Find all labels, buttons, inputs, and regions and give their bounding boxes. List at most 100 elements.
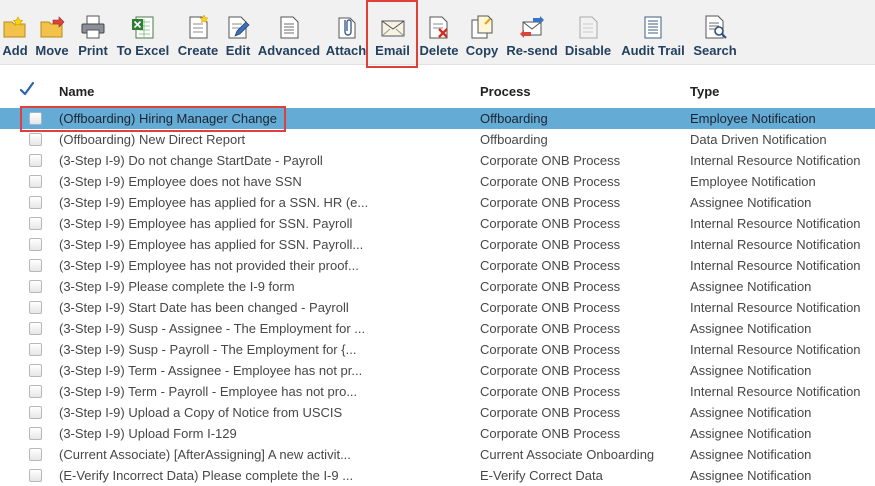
print-label: Print: [78, 43, 108, 58]
table-row[interactable]: (3-Step I-9) Employee does not have SSN C…: [0, 171, 875, 192]
table-row[interactable]: (3-Step I-9) Term - Assignee - Employee …: [0, 360, 875, 381]
attach-button[interactable]: Attach: [325, 0, 367, 64]
table-row[interactable]: (3-Step I-9) Term - Payroll - Employee h…: [0, 381, 875, 402]
row-checkbox[interactable]: [29, 469, 42, 482]
delete-button[interactable]: Delete: [418, 0, 460, 64]
name-cell: (3-Step I-9) Employee does not have SSN: [59, 174, 302, 189]
create-button[interactable]: Create: [176, 0, 220, 64]
audit-trail-label: Audit Trail: [621, 43, 685, 58]
advanced-button[interactable]: Advanced: [257, 0, 321, 64]
row-checkbox[interactable]: [29, 238, 42, 251]
row-checkbox[interactable]: [29, 448, 42, 461]
type-cell: Assignee Notification: [690, 279, 812, 294]
disable-icon: [579, 16, 598, 39]
audit-trail-icon: [644, 16, 662, 39]
name-cell: (3-Step I-9) Upload Form I-129: [59, 426, 237, 441]
row-checkbox[interactable]: [29, 133, 42, 146]
table-row[interactable]: (3-Step I-9) Susp - Payroll - The Employ…: [0, 339, 875, 360]
type-cell: Data Driven Notification: [690, 132, 827, 147]
search-button[interactable]: Search: [692, 0, 738, 64]
move-button[interactable]: Move: [33, 0, 71, 64]
process-cell: Corporate ONB Process: [480, 153, 621, 168]
row-checkbox[interactable]: [29, 385, 42, 398]
disable-button[interactable]: Disable: [563, 0, 613, 64]
name-cell: (3-Step I-9) Employee has applied for SS…: [59, 237, 364, 252]
row-checkbox[interactable]: [29, 322, 42, 335]
re-send-button[interactable]: Re-send: [505, 0, 559, 64]
copy-label: Copy: [465, 43, 499, 58]
type-cell: Internal Resource Notification: [690, 384, 861, 399]
add-button[interactable]: Add: [0, 0, 30, 64]
copy-button[interactable]: Copy: [463, 0, 501, 64]
type-cell: Employee Notification: [690, 111, 816, 126]
type-cell: Assignee Notification: [690, 321, 812, 336]
row-checkbox[interactable]: [29, 154, 42, 167]
name-cell: (3-Step I-9) Susp - Payroll - The Employ…: [59, 342, 357, 357]
table-row[interactable]: (3-Step I-9) Upload Form I-129 Corporate …: [0, 423, 875, 444]
process-cell: Corporate ONB Process: [480, 342, 621, 357]
process-cell: Corporate ONB Process: [480, 216, 621, 231]
audit-trail-button[interactable]: Audit Trail: [618, 0, 688, 64]
table-row[interactable]: (3-Step I-9) Start Date has been changed…: [0, 297, 875, 318]
select-all-checkmark-icon[interactable]: [19, 81, 35, 97]
to-excel-button[interactable]: To Excel: [114, 0, 172, 64]
table-row[interactable]: (3-Step I-9) Please complete the I-9 for…: [0, 276, 875, 297]
row-checkbox[interactable]: [29, 343, 42, 356]
type-cell: Assignee Notification: [690, 426, 812, 441]
name-cell: (Current Associate) [AfterAssigning] A n…: [59, 447, 351, 462]
table-row[interactable]: (3-Step I-9) Susp - Assignee - The Emplo…: [0, 318, 875, 339]
to-excel-label: To Excel: [116, 43, 170, 58]
name-cell: (3-Step I-9) Upload a Copy of Notice fro…: [59, 405, 343, 420]
type-cell: Internal Resource Notification: [690, 237, 861, 252]
process-cell: Corporate ONB Process: [480, 279, 621, 294]
type-cell: Assignee Notification: [690, 405, 812, 420]
advanced-label: Advanced: [257, 43, 321, 58]
type-cell: Assignee Notification: [690, 447, 812, 462]
row-checkbox[interactable]: [29, 406, 42, 419]
name-cell: (3-Step I-9) Please complete the I-9 for…: [59, 279, 295, 294]
advanced-icon: [280, 16, 299, 39]
type-cell: Internal Resource Notification: [690, 258, 861, 273]
edit-button[interactable]: Edit: [222, 0, 254, 64]
process-cell: Corporate ONB Process: [480, 174, 621, 189]
table-row[interactable]: (Current Associate) [AfterAssigning] A n…: [0, 444, 875, 465]
process-cell: Corporate ONB Process: [480, 321, 621, 336]
table-row[interactable]: (3-Step I-9) Do not change StartDate - P…: [0, 150, 875, 171]
table-row[interactable]: (E-Verify Incorrect Data) Please complet…: [0, 465, 875, 486]
printer-icon: [81, 15, 105, 39]
add-label: Add: [2, 43, 28, 58]
table-row[interactable]: (3-Step I-9) Employee has not provided t…: [0, 255, 875, 276]
row-checkbox[interactable]: [29, 259, 42, 272]
table-row[interactable]: (3-Step I-9) Employee has applied for SS…: [0, 213, 875, 234]
search-icon: [705, 15, 727, 39]
table-row[interactable]: (3-Step I-9) Upload a Copy of Notice fro…: [0, 402, 875, 423]
row-checkbox[interactable]: [29, 196, 42, 209]
type-cell: Assignee Notification: [690, 363, 812, 378]
folder-move-icon: [40, 16, 65, 38]
process-cell: E-Verify Correct Data: [480, 468, 603, 483]
row-checkbox[interactable]: [29, 427, 42, 440]
row-checkbox[interactable]: [29, 280, 42, 293]
search-label: Search: [693, 43, 737, 58]
row-checkbox[interactable]: [29, 301, 42, 314]
name-cell: (3-Step I-9) Start Date has been changed…: [59, 300, 349, 315]
selected-row-highlight-box: [20, 106, 286, 132]
row-checkbox[interactable]: [29, 364, 42, 377]
process-cell: Offboarding: [480, 132, 548, 147]
column-header-process[interactable]: Process: [480, 84, 531, 99]
type-cell: Assignee Notification: [690, 195, 812, 210]
row-checkbox[interactable]: [29, 217, 42, 230]
copy-icon: [471, 15, 493, 39]
row-checkbox[interactable]: [29, 175, 42, 188]
process-cell: Current Associate Onboarding: [480, 447, 655, 462]
table-row[interactable]: (3-Step I-9) Employee has applied for SS…: [0, 234, 875, 255]
process-cell: Corporate ONB Process: [480, 426, 621, 441]
attach-label: Attach: [325, 43, 367, 58]
column-header-type[interactable]: Type: [690, 84, 719, 99]
email-highlight-box: [366, 0, 418, 68]
table-row[interactable]: (3-Step I-9) Employee has applied for a …: [0, 192, 875, 213]
table-row[interactable]: (Offboarding) New Direct Report Offboardi…: [0, 129, 875, 150]
column-header-name[interactable]: Name: [59, 84, 94, 99]
print-button[interactable]: Print: [75, 0, 111, 64]
process-cell: Corporate ONB Process: [480, 195, 621, 210]
